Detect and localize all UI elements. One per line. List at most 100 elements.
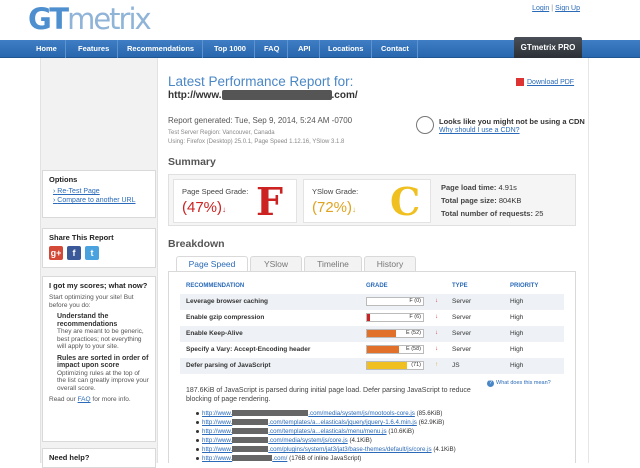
faq-note-prefix: Read our — [49, 396, 76, 403]
breakdown-heading: Breakdown — [168, 238, 225, 250]
facebook-icon[interactable]: f — [67, 246, 81, 260]
grade-bar-fill — [367, 330, 397, 337]
resource-size: (62.9KiB) — [418, 419, 445, 426]
resource-item[interactable]: http://www. .com/templates/a...elasticals… — [196, 419, 444, 426]
resource-suffix[interactable]: .com/plugins/system/jat3/jat3/base-theme… — [268, 446, 431, 453]
nav-recommendations[interactable]: Recommendations — [119, 40, 204, 58]
page-stats: Page load time: 4.91s Total page size: 8… — [441, 181, 543, 220]
recommendation-name: Specify a Vary: Accept-Encoding header — [186, 346, 311, 353]
yslow-percent: (72%)↓ — [312, 199, 356, 216]
recommendation-priority: High — [510, 314, 524, 321]
signup-link[interactable]: Sign Up — [555, 5, 580, 12]
recommendation-priority: High — [510, 362, 524, 369]
tip-sorted-text: Optimizing rules at the top of the list … — [57, 369, 149, 392]
resource-prefix[interactable]: http://www. — [202, 455, 232, 462]
nav-gtmetrix-pro[interactable]: GTmetrix PRO — [514, 37, 582, 58]
gtmetrix-logo[interactable]: GTmetrix — [28, 2, 152, 36]
resource-suffix[interactable]: .com/ — [272, 455, 287, 462]
nav-features[interactable]: Features — [70, 40, 119, 58]
resource-item[interactable]: http://www. .com/media/system/js/mootools… — [196, 410, 442, 417]
requests-value: 25 — [535, 209, 544, 218]
redacted-domain — [232, 446, 269, 453]
recommendation-name: Leverage browser caching — [186, 298, 269, 305]
load-time-label: Page load time: — [441, 183, 497, 192]
url-suffix: .com/ — [331, 90, 358, 101]
table-row[interactable]: Leverage browser caching F (0) ↓ Server … — [180, 294, 564, 310]
resource-item[interactable]: http://www. .com/media/system/js/core.js … — [196, 437, 372, 444]
pagespeed-percent: (47%)↓ — [182, 199, 226, 216]
grade-bar-fill — [367, 346, 400, 353]
up-arrow-icon: ↑ — [435, 362, 438, 368]
resource-item[interactable]: http://www. .com/templates/a...elasticals… — [196, 428, 414, 435]
resource-item[interactable]: http://www. .com/plugins/system/jat3/jat3… — [196, 446, 456, 453]
grade-bar-fill — [367, 362, 407, 369]
tab-timeline[interactable]: Timeline — [304, 256, 362, 272]
down-arrow-icon: ↓ — [435, 314, 438, 320]
faq-link[interactable]: FAQ — [78, 396, 91, 403]
resource-size: (85.6KiB) — [416, 410, 443, 417]
account-links: Login | Sign Up — [532, 5, 580, 12]
table-row[interactable]: Defer parsing of JavaScript (71) ↑ JS Hi… — [180, 358, 564, 374]
share-box: Share This Report g+ f t — [42, 228, 156, 268]
globe-icon — [416, 116, 434, 134]
twitter-icon[interactable]: t — [85, 246, 99, 260]
tip-sorted: Rules are sorted in order of impact upon… — [57, 355, 149, 393]
grade-text: E (58) — [406, 346, 421, 352]
retest-page-link[interactable]: › Re-Test Page — [53, 188, 149, 195]
resource-suffix[interactable]: .com/templates/a...elasticals/jquery/jqu… — [268, 419, 417, 426]
resource-suffix[interactable]: .com/media/system/js/mootools-core.js — [308, 410, 415, 417]
table-row[interactable]: Enable Keep-Alive E (52) ↓ Server High — [180, 326, 564, 342]
grade-text: F (0) — [409, 298, 421, 304]
scores-title: I got my scores; what now? — [49, 281, 148, 290]
grade-text: (71) — [411, 362, 421, 368]
tip-understand-title: Understand the recommendations — [57, 313, 118, 328]
resource-prefix[interactable]: http://www. — [202, 419, 232, 426]
resource-suffix[interactable]: .com/templates/a...elasticals/menu/menu.… — [268, 428, 386, 435]
recommendation-type: Server — [452, 298, 472, 305]
resource-prefix[interactable]: http://www. — [202, 410, 232, 417]
cdn-link[interactable]: Why should I use a CDN? — [439, 127, 520, 134]
nav-home[interactable]: Home — [28, 40, 66, 58]
google-plus-icon[interactable]: g+ — [49, 246, 63, 260]
summary-heading: Summary — [168, 156, 216, 168]
nav-api[interactable]: API — [290, 40, 320, 58]
tip-understand-text: They are meant to be generic, best pract… — [57, 328, 144, 350]
resource-suffix[interactable]: .com/media/system/js/core.js — [268, 437, 347, 444]
nav-faq[interactable]: FAQ — [256, 40, 289, 58]
resource-prefix[interactable]: http://www. — [202, 437, 232, 444]
grade-bar: (71) — [366, 361, 424, 370]
recommendation-type: Server — [452, 330, 472, 337]
share-title: Share This Report — [49, 233, 114, 242]
nav-locations[interactable]: Locations — [320, 40, 373, 58]
separator: | — [551, 5, 554, 12]
tab-history[interactable]: History — [364, 256, 416, 272]
logo-gt-text: GT — [28, 2, 69, 36]
load-time-value: 4.91s — [498, 183, 517, 192]
login-link[interactable]: Login — [532, 5, 549, 12]
col-priority: PRIORITY — [510, 283, 539, 289]
table-row[interactable]: Specify a Vary: Accept-Encoding header E… — [180, 342, 564, 358]
nav-top-1000[interactable]: Top 1000 — [206, 40, 255, 58]
resource-prefix[interactable]: http://www. — [202, 428, 232, 435]
table-row[interactable]: Enable gzip compression F (6) ↓ Server H… — [180, 310, 564, 326]
nav-contact[interactable]: Contact — [373, 40, 418, 58]
resource-prefix[interactable]: http://www. — [202, 446, 232, 453]
down-arrow-icon: ↓ — [435, 346, 438, 352]
tab-yslow[interactable]: YSlow — [250, 256, 302, 272]
pagespeed-label: Page Speed Grade: — [182, 187, 249, 196]
faq-note: Read our FAQ for more info. — [49, 396, 149, 404]
scores-help-box: I got my scores; what now? Start optimiz… — [42, 276, 156, 442]
options-title: Options — [49, 175, 78, 184]
redacted-domain — [232, 455, 273, 462]
download-pdf[interactable]: Download PDF — [516, 78, 574, 86]
tools-used: Using: Firefox (Desktop) 25.0.1, Page Sp… — [168, 138, 345, 145]
retest-label: Re-Test Page — [57, 188, 100, 195]
what-does-this-mean[interactable]: ? What does this mean? — [487, 380, 551, 387]
redacted-domain — [232, 419, 269, 426]
compare-url-link[interactable]: › Compare to another URL — [53, 197, 149, 204]
download-pdf-link[interactable]: Download PDF — [527, 79, 574, 86]
yslow-label: YSlow Grade: — [312, 187, 359, 196]
yslow-pct-value: (72%) — [312, 199, 353, 216]
resource-item[interactable]: http://www. .com/ (176B of inline JavaScr… — [196, 455, 361, 462]
what-does-label: What does this mean? — [496, 380, 551, 386]
